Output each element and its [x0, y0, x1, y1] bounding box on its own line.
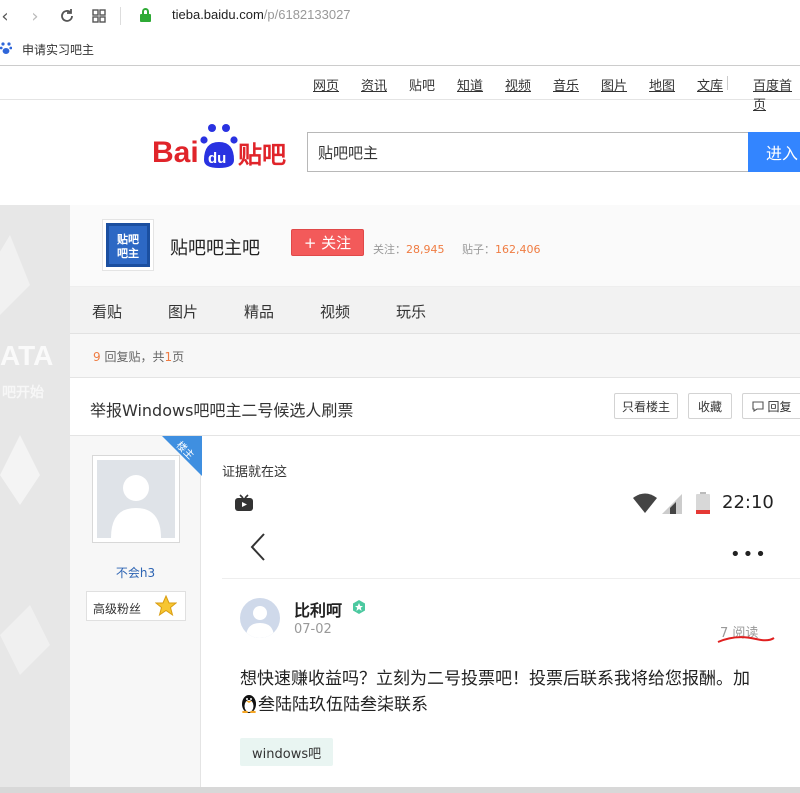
post-date: 07-02	[294, 622, 332, 637]
reply-button[interactable]: 回复	[742, 393, 800, 419]
back-icon[interactable]: ‹	[0, 5, 16, 27]
bookmark-link[interactable]: 申请实习吧主	[22, 41, 94, 58]
reply-info-bar: 9 回复贴，共1页	[70, 334, 800, 378]
tab-featured[interactable]: 精品	[244, 301, 274, 322]
nav-item-zhidao[interactable]: 知道	[457, 75, 483, 94]
address-bar[interactable]: tieba.baidu.com/p/6182133027	[172, 7, 351, 22]
post-body-part-2: 叁陆陆玖伍陆叁柒联系	[258, 695, 428, 715]
reply-button-label: 回复	[767, 399, 792, 414]
user-name-link[interactable]: 不会h3	[70, 564, 201, 581]
nav-item-music[interactable]: 音乐	[553, 75, 579, 94]
wifi-icon	[633, 493, 657, 513]
verified-badge-icon	[353, 600, 365, 614]
reply-mid-text: 回复贴，共	[100, 350, 165, 364]
post-body-part-1: 想快速赚收益吗？立刻为二号投票吧！投票后联系我将给您报酬。加	[240, 669, 750, 689]
reload-icon[interactable]	[56, 5, 78, 27]
nav-separator	[727, 76, 728, 90]
user-avatar[interactable]	[92, 455, 180, 543]
tv-app-icon	[235, 494, 253, 511]
nav-item-web[interactable]: 网页	[313, 75, 339, 94]
search-input[interactable]	[307, 132, 749, 172]
thread-title: 举报Windows吧吧主二号候选人刷票	[90, 401, 354, 420]
forum-tabs: 看贴 图片 精品 视频 玩乐	[70, 287, 800, 334]
signal-icon	[662, 494, 682, 514]
page-suffix: 页	[172, 350, 185, 364]
status-time: 22:10	[722, 492, 774, 513]
svg-text:贴吧: 贴吧	[116, 232, 139, 246]
level-star-icon	[155, 595, 177, 617]
user-level-badge[interactable]: 高级粉丝	[86, 591, 186, 621]
nav-item-map[interactable]: 地图	[649, 75, 675, 94]
svg-text:贴吧: 贴吧	[238, 141, 286, 169]
svg-text:ATA: ATA	[0, 340, 53, 371]
only-op-button[interactable]: 只看楼主	[614, 393, 678, 419]
forum-name[interactable]: 贴吧吧主吧	[170, 234, 260, 260]
user-level-label: 高级粉丝	[93, 602, 142, 616]
browser-toolbar: ‹ › tieba.baidu.com/p/6182133027	[0, 0, 800, 32]
battery-icon	[696, 492, 710, 514]
author-avatar	[240, 598, 280, 638]
default-avatar-icon	[111, 475, 161, 538]
nav-item-news[interactable]: 资讯	[361, 75, 387, 94]
reply-summary: 9 回复贴，共1页	[93, 348, 184, 365]
top-nav: 网页 资讯 贴吧 知道 视频 音乐 图片 地图 文库 百度首页	[0, 66, 800, 113]
forum-tag: windows吧	[240, 738, 334, 766]
page-count: 1	[164, 350, 173, 364]
post-text: 证据就在这	[222, 465, 288, 480]
address-separator	[120, 7, 121, 25]
embedded-screenshot: 22:10 ••• 比利呵 07-02 7 阅读 想快速赚收益吗？立刻为二号投票…	[222, 482, 800, 793]
post-count: 162,406	[494, 243, 541, 256]
nav-item-home[interactable]: 百度首页	[753, 75, 800, 113]
post-body: 想快速赚收益吗？立刻为二号投票吧！投票后联系我将给您报酬。加叁陆陆玖伍陆叁柒联系	[240, 666, 760, 718]
svg-text:吧开始: 吧开始	[2, 384, 44, 401]
post-count-label: 贴子：	[461, 243, 495, 256]
nav-item-video[interactable]: 视频	[505, 75, 531, 94]
forward-icon[interactable]: ›	[24, 5, 46, 27]
enter-button[interactable]: 进入	[748, 132, 800, 172]
follow-count: 28,945	[406, 243, 445, 256]
apps-grid-icon[interactable]	[88, 5, 110, 27]
favorite-button[interactable]: 收藏	[688, 393, 732, 419]
more-icon: •••	[730, 544, 768, 565]
follow-count-label: 关注：	[373, 243, 406, 256]
baidu-paw-icon	[0, 42, 12, 54]
nav-item-tieba[interactable]: 贴吧	[409, 75, 435, 94]
tab-videos[interactable]: 视频	[320, 301, 350, 322]
background-decoration: ATA 吧开始	[0, 205, 70, 793]
url-host: tieba.baidu.com	[172, 7, 264, 22]
nav-item-images[interactable]: 图片	[601, 75, 627, 94]
follow-button[interactable]: + 关注	[291, 229, 364, 256]
red-underline-annotation	[717, 636, 775, 643]
bookmarks-bar: 申请实习吧主	[0, 32, 800, 66]
tab-posts[interactable]: 看贴	[92, 301, 122, 322]
author-name: 比利呵	[294, 601, 343, 620]
baidu-tieba-logo[interactable]: Bai du 贴吧	[152, 120, 292, 170]
secure-lock-icon[interactable]	[140, 8, 151, 22]
reply-count: 9	[93, 350, 101, 364]
back-arrow-icon	[250, 533, 265, 561]
forum-avatar[interactable]: 贴吧 吧主	[102, 219, 154, 271]
thread-title-bar: 举报Windows吧吧主二号候选人刷票 只看楼主 收藏 回复	[70, 378, 800, 436]
svg-text:du: du	[208, 150, 226, 167]
tab-fun[interactable]: 玩乐	[396, 301, 426, 322]
nav-item-wenku[interactable]: 文库	[697, 75, 723, 94]
header-divider	[222, 578, 800, 579]
tab-images[interactable]: 图片	[168, 301, 198, 322]
bottom-strip	[0, 787, 800, 793]
svg-text:吧主: 吧主	[117, 246, 139, 260]
url-path: /p/6182133027	[263, 7, 351, 22]
reply-icon	[752, 400, 765, 412]
penguin-icon	[242, 695, 256, 713]
svg-text:Bai: Bai	[152, 136, 199, 169]
forum-stats: 关注：28,945 贴子：162,406	[373, 241, 540, 257]
